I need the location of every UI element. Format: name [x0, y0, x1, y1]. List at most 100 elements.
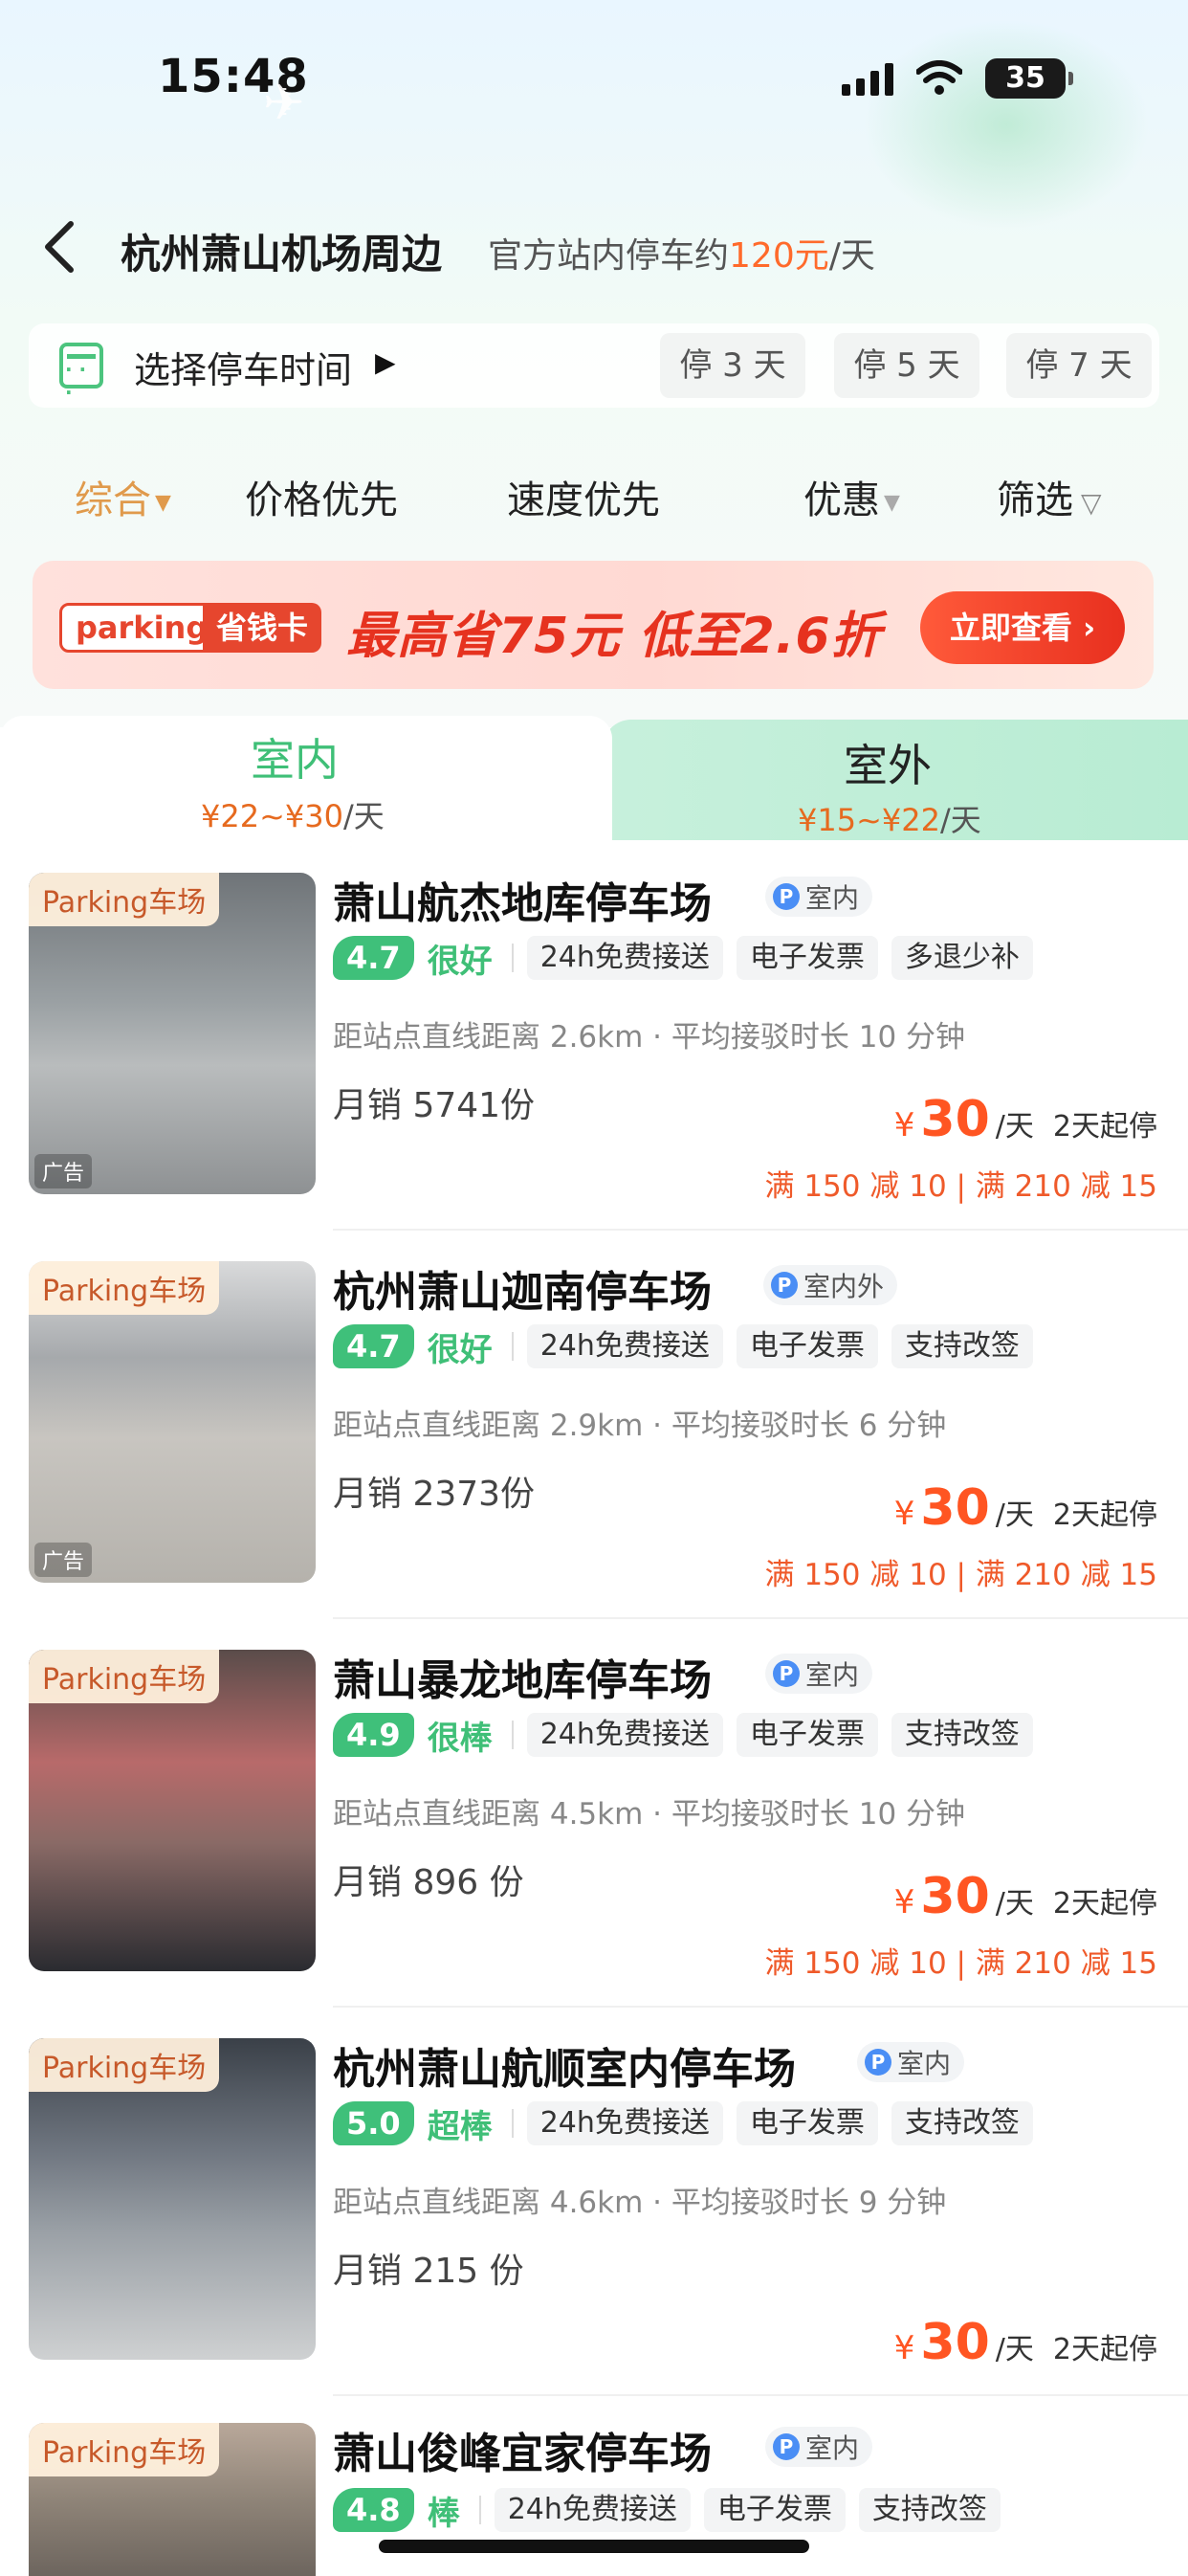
rating-label: 棒 [427, 2494, 460, 2533]
divider [511, 944, 514, 972]
divider [478, 2496, 481, 2524]
listing-tags: 5.0 超棒 24h免费接送 电子发票 支持改签 [333, 2101, 1033, 2146]
monthly-sales: 月销 5741份 [333, 1086, 536, 1125]
currency-symbol: ¥ [893, 2329, 915, 2367]
score-badge: 4.7 [333, 936, 414, 980]
range-unit: /天 [342, 798, 385, 834]
parking-type: 室内 [805, 1659, 860, 1691]
promo-text: 满 150 减 10 | 满 210 减 15 [764, 1946, 1157, 1981]
currency-symbol: ¥ [893, 1495, 915, 1533]
back-icon[interactable] [36, 218, 84, 276]
price-block: ¥30/天 2天起停 [894, 1479, 1157, 1537]
sort-label: 优惠 [803, 478, 880, 522]
sort-price[interactable]: 价格优先 [245, 469, 398, 524]
min-stay: 2天起停 [1052, 1887, 1157, 1921]
feature-tag: 电子发票 [736, 1713, 878, 1757]
promo-text: 满 150 减 10 | 满 210 减 15 [764, 1558, 1157, 1592]
ad-badge: 广告 [34, 1154, 93, 1188]
monthly-sales: 月销 2373份 [333, 1475, 536, 1514]
price-block: ¥30/天 2天起停 [894, 2314, 1157, 2371]
price-unit: /天 [995, 2333, 1034, 2366]
price-value: 30 [920, 1091, 990, 1148]
listing-photo[interactable]: Parking车场 广告 [29, 1261, 316, 1583]
currency-symbol: ¥ [893, 1883, 915, 1921]
battery-icon: 35 [985, 58, 1073, 99]
listing-tags: 4.7 很好 24h免费接送 电子发票 支持改签 [333, 1324, 1033, 1369]
range-unit: /天 [939, 802, 981, 838]
listing-name[interactable]: 杭州萧山迦南停车场 [333, 1257, 712, 1319]
parking-p-icon: P [771, 1272, 798, 1299]
monthly-sales: 月销 215 份 [333, 2252, 524, 2291]
feature-tag: 多退少补 [891, 936, 1033, 980]
parking-type-badge: P 室内 [765, 2427, 873, 2467]
home-indicator[interactable] [379, 2540, 809, 2553]
parking-p-icon: P [865, 2049, 891, 2076]
listing-name[interactable]: 萧山俊峰宜家停车场 [333, 2419, 712, 2480]
feature-tag: 24h免费接送 [526, 1713, 723, 1757]
divider [511, 1332, 514, 1361]
caret-down-icon: ▼ [884, 490, 900, 515]
chip-5-days[interactable]: 停 5 天 [834, 333, 979, 398]
row-divider [333, 1229, 1188, 1231]
score-badge: 5.0 [333, 2101, 414, 2145]
chip-3-days[interactable]: 停 3 天 [660, 333, 805, 398]
price-unit: /天 [995, 1110, 1034, 1144]
monthly-sales: 月销 896 份 [333, 1863, 524, 1902]
banner-card-tag: 省钱卡 [203, 603, 322, 653]
rating-label: 很棒 [427, 1719, 493, 1758]
chip-7-days[interactable]: 停 7 天 [1006, 333, 1152, 398]
banner-headline: 最高省75元 低至2.6折 [346, 608, 882, 665]
feature-tag: 支持改签 [891, 2101, 1033, 2145]
caret-down-icon: ▼ [155, 490, 171, 515]
sort-speed[interactable]: 速度优先 [507, 469, 660, 524]
listing-name[interactable]: 杭州萧山航顺室内停车场 [333, 2034, 796, 2096]
listing-name[interactable]: 萧山暴龙地库停车场 [333, 1646, 712, 1707]
airplane-icon: ✈ [263, 75, 305, 132]
listing-photo[interactable]: Parking车场 [29, 1650, 316, 1971]
photo-tag: Parking车场 [29, 1261, 220, 1315]
rating-label: 很好 [427, 942, 493, 981]
caret-right-icon[interactable]: ▶ [375, 346, 396, 378]
divider [511, 1721, 514, 1749]
min-stay: 2天起停 [1052, 1110, 1157, 1144]
listing-photo[interactable]: Parking车场 广告 [29, 873, 316, 1194]
photo-tag: Parking车场 [29, 1650, 220, 1703]
sort-comprehensive[interactable]: 综合 ▼ [75, 469, 171, 524]
range-value: ¥22~¥30 [201, 798, 343, 834]
score-badge: 4.9 [333, 1713, 414, 1757]
listing-name[interactable]: 萧山航杰地库停车场 [333, 869, 712, 930]
filter-button[interactable]: 筛选 ▽ [997, 469, 1102, 524]
tab-outdoor-range: ¥15~¥22/天 [798, 796, 981, 840]
price-value: 30 [920, 2314, 990, 2371]
feature-tag: 电子发票 [736, 2101, 878, 2145]
min-stay: 2天起停 [1052, 2333, 1157, 2366]
listing-tags: 4.9 很棒 24h免费接送 电子发票 支持改签 [333, 1713, 1033, 1758]
sort-discount[interactable]: 优惠 ▼ [803, 469, 900, 524]
photo-tag: Parking车场 [29, 2423, 220, 2476]
tab-indoor-range: ¥22~¥30/天 [201, 792, 385, 836]
listing-photo[interactable]: Parking车场 [29, 2423, 316, 2576]
calendar-icon[interactable] [59, 343, 103, 404]
price-unit: /天 [995, 1499, 1034, 1532]
price-value: 30 [920, 1868, 990, 1925]
row-divider [333, 2394, 1188, 2396]
sort-label: 综合 [75, 478, 151, 522]
filter-icon: ▽ [1081, 486, 1102, 519]
min-stay: 2天起停 [1052, 1499, 1157, 1532]
photo-tag: Parking车场 [29, 2038, 220, 2092]
parking-type-badge: P 室内外 [763, 1265, 898, 1305]
subtitle-prefix: 官方站内停车约 [488, 236, 730, 276]
wifi-icon [916, 60, 962, 95]
feature-tag: 电子发票 [736, 1324, 878, 1368]
distance-info: 距站点直线距离 2.9km · 平均接驳时长 6 分钟 [333, 1409, 947, 1443]
score-badge: 4.8 [333, 2488, 414, 2532]
listing-photo[interactable]: Parking车场 [29, 2038, 316, 2360]
parking-type: 室内外 [803, 1271, 885, 1302]
banner-view-button[interactable]: 立即查看 › [920, 591, 1125, 664]
parking-type: 室内 [805, 2432, 860, 2464]
parking-p-icon: P [773, 2433, 800, 2460]
rating-label: 很好 [427, 1330, 493, 1369]
date-picker-label[interactable]: 选择停车时间 [134, 341, 352, 393]
ad-badge: 广告 [34, 1543, 93, 1577]
feature-tag: 电子发票 [703, 2488, 846, 2532]
